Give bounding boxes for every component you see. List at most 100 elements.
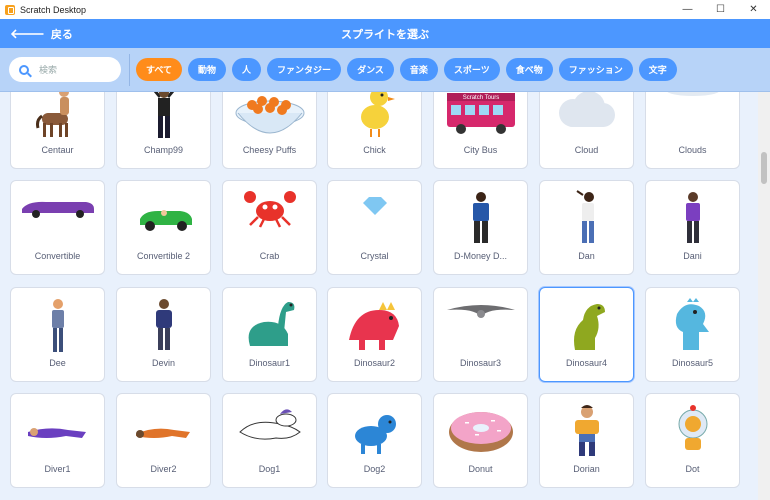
sprite-card[interactable]: Dani xyxy=(645,180,740,275)
close-button[interactable]: ✕ xyxy=(737,0,770,19)
sprite-name: Centaur xyxy=(41,145,74,155)
window-title: Scratch Desktop xyxy=(20,4,87,15)
sprite-card[interactable]: Dee xyxy=(10,287,105,382)
sprite-name: Dorian xyxy=(573,464,600,474)
sprite-thumbnail xyxy=(225,401,315,463)
sprite-thumbnail xyxy=(542,92,632,144)
sprite-name: Dog2 xyxy=(363,464,386,474)
back-arrow-icon: 🡐 xyxy=(10,25,45,41)
sprite-name: Cheesy Puffs xyxy=(242,145,297,155)
sprite-name: Convertible 2 xyxy=(136,251,191,261)
sprite-thumbnail xyxy=(542,295,632,357)
sprite-thumbnail xyxy=(225,188,315,250)
sprite-card[interactable]: Dog1 xyxy=(222,393,317,488)
sprite-name: Dinosaur3 xyxy=(459,358,502,368)
sprite-name: Devin xyxy=(151,358,175,368)
sprite-name: Dot xyxy=(685,464,700,474)
sprite-card[interactable]: Crab xyxy=(222,180,317,275)
sprite-name: Dinosaur4 xyxy=(565,358,608,368)
sprite-card[interactable]: Crystal xyxy=(327,180,422,275)
tag-button[interactable]: 音楽 xyxy=(399,58,438,81)
bus-sign: Scratch Tours xyxy=(462,95,499,101)
tag-button[interactable]: スポーツ xyxy=(443,58,500,81)
sprite-thumbnail xyxy=(225,92,315,144)
scrollbar[interactable] xyxy=(758,92,770,500)
sprite-name: Dani xyxy=(683,251,702,261)
tag-button[interactable]: すべて xyxy=(136,58,183,81)
sprite-card[interactable]: Dinosaur2 xyxy=(327,287,422,382)
window-title-bar: Scratch Desktop — ☐ ✕ xyxy=(0,0,770,19)
sprite-thumbnail xyxy=(436,401,526,463)
sprite-name: Chick xyxy=(363,145,386,155)
sprite-thumbnail xyxy=(542,188,632,250)
scrollbar-thumb[interactable] xyxy=(761,152,767,184)
tag-button[interactable]: 食べ物 xyxy=(505,58,553,81)
search-input[interactable] xyxy=(39,64,109,75)
sprite-card[interactable]: Clouds xyxy=(645,92,740,169)
sprite-thumbnail xyxy=(119,401,209,463)
tag-button[interactable]: ファッション xyxy=(558,58,633,81)
sprite-name: Crystal xyxy=(360,251,389,261)
sprite-card[interactable]: Dinosaur1 xyxy=(222,287,317,382)
sprite-card[interactable]: Dan xyxy=(539,180,634,275)
sprite-name: Clouds xyxy=(678,145,707,155)
sprite-card[interactable]: Donut xyxy=(433,393,528,488)
sprite-card[interactable]: Diver1 xyxy=(10,393,105,488)
sprite-card[interactable]: Cloud xyxy=(539,92,634,169)
sprite-card[interactable]: Dinosaur3 xyxy=(433,287,528,382)
sprite-name: Dee xyxy=(49,358,66,368)
sprite-card[interactable]: Diver2 xyxy=(116,393,211,488)
sprite-name: Dinosaur2 xyxy=(353,358,396,368)
sprite-card[interactable]: Cheesy Puffs xyxy=(222,92,317,169)
sprite-card[interactable]: Champ99 xyxy=(116,92,211,169)
sprite-name: Donut xyxy=(468,464,493,474)
sprite-thumbnail xyxy=(648,92,738,144)
back-button[interactable]: 🡐 戻る xyxy=(10,19,73,48)
search-box[interactable] xyxy=(9,57,121,82)
maximize-button[interactable]: ☐ xyxy=(704,0,737,19)
sprite-thumbnail xyxy=(648,295,738,357)
sprite-name: Dinosaur5 xyxy=(671,358,714,368)
minimize-button[interactable]: — xyxy=(671,0,704,19)
sprite-thumbnail xyxy=(330,188,420,250)
sprite-thumbnail xyxy=(13,92,103,144)
sprite-thumbnail xyxy=(436,295,526,357)
tag-button[interactable]: ダンス xyxy=(347,58,394,81)
tag-button[interactable]: ファンタジー xyxy=(267,58,342,81)
sprite-name: Convertible xyxy=(34,251,81,261)
sprite-card[interactable]: Dog2 xyxy=(327,393,422,488)
sprite-thumbnail xyxy=(542,401,632,463)
sprite-name: Dog1 xyxy=(258,464,281,474)
sprite-card[interactable]: Centaur xyxy=(10,92,105,169)
library-header: 🡐 戻る スプライトを選ぶ xyxy=(0,19,770,48)
sprite-card[interactable]: Dot xyxy=(645,393,740,488)
tag-button[interactable]: 動物 xyxy=(188,58,227,81)
sprite-card[interactable]: Dinosaur4 xyxy=(539,287,634,382)
sprite-card[interactable]: Convertible 2 xyxy=(116,180,211,275)
back-label: 戻る xyxy=(50,28,73,41)
sprite-name: Diver1 xyxy=(44,464,71,474)
sprite-thumbnail: Scratch Tours xyxy=(436,92,526,144)
sprite-name: Cloud xyxy=(574,145,599,155)
sprite-card[interactable]: Devin xyxy=(116,287,211,382)
sprite-card[interactable]: D-Money D... xyxy=(433,180,528,275)
sprite-card[interactable]: Dinosaur5 xyxy=(645,287,740,382)
page-title: スプライトを選ぶ xyxy=(341,28,429,41)
sprite-card[interactable]: Convertible xyxy=(10,180,105,275)
filter-bar: すべて動物人ファンタジーダンス音楽スポーツ食べ物ファッション文字 xyxy=(0,48,770,92)
sprite-thumbnail xyxy=(330,401,420,463)
sprite-thumbnail xyxy=(225,295,315,357)
sprite-thumbnail xyxy=(436,188,526,250)
tag-list: すべて 動物人ファンタジー ダンス 音楽 スポーツ 食べ物 ファッション 文字 xyxy=(136,58,677,81)
sprite-name: Dan xyxy=(578,251,595,261)
sprite-thumbnail xyxy=(648,401,738,463)
tag-button[interactable]: 文字 xyxy=(638,58,677,81)
sprite-name: Champ99 xyxy=(143,145,184,155)
tag-button[interactable]: 人 xyxy=(232,58,262,81)
sprite-thumbnail xyxy=(119,92,209,144)
sprite-name: Dinosaur1 xyxy=(248,358,291,368)
sprite-thumbnail xyxy=(119,188,209,250)
sprite-card[interactable]: Chick xyxy=(327,92,422,169)
sprite-card[interactable]: Scratch Tours City Bus xyxy=(433,92,528,169)
sprite-card[interactable]: Dorian xyxy=(539,393,634,488)
